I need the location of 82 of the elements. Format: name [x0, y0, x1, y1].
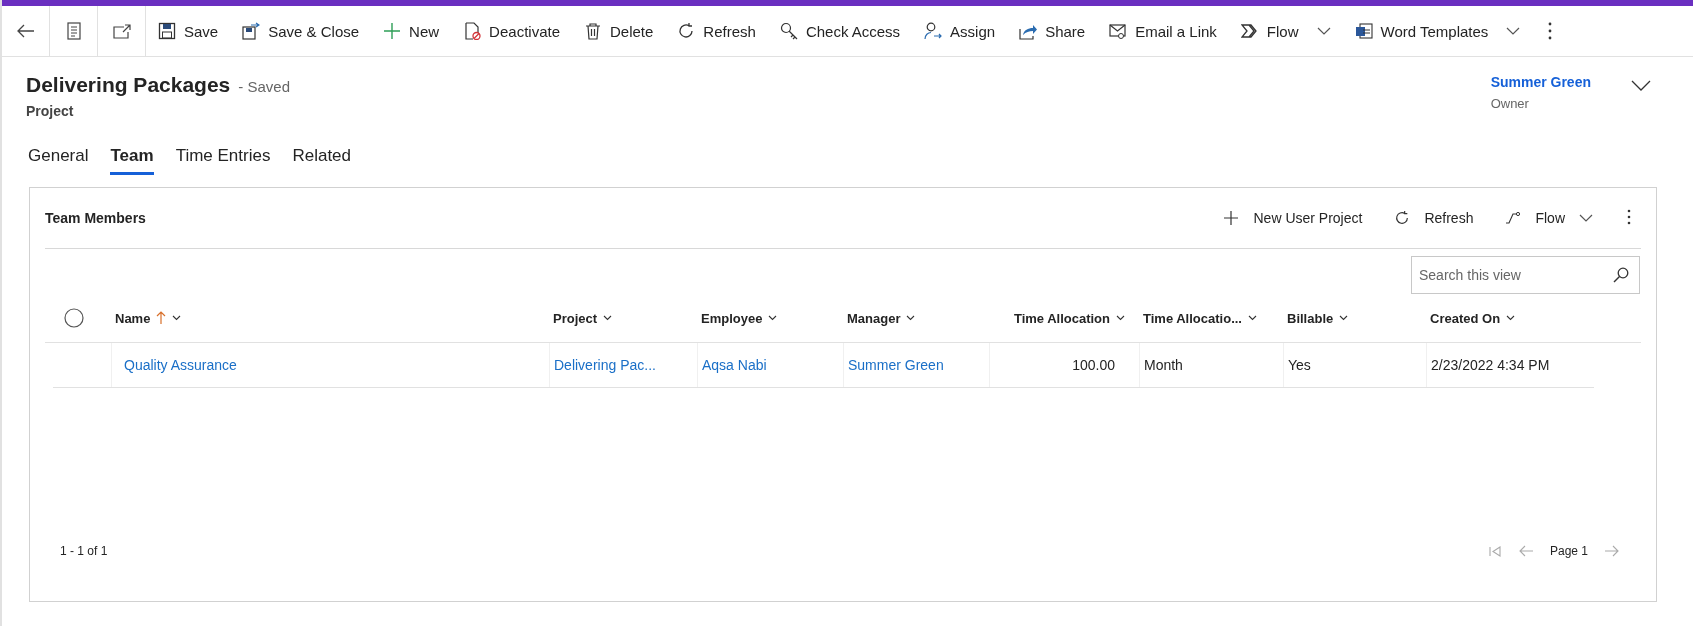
column-header[interactable]: Time Allocatio... [1131, 303, 1275, 333]
table-cell: 100.00 [1072, 357, 1115, 373]
form-tab[interactable]: Related [292, 146, 352, 175]
key-icon [779, 22, 798, 40]
deactivate-document-icon [463, 22, 482, 40]
save-close-icon [242, 22, 261, 40]
page-number: Page 1 [1549, 544, 1588, 558]
owner-label: Owner [1490, 96, 1530, 111]
chevron-down-icon [172, 315, 182, 321]
flow-icon [1505, 212, 1522, 224]
chevron-down-icon [1247, 315, 1257, 321]
right-arrow-icon [1604, 545, 1619, 557]
left-arrow-icon [1518, 545, 1534, 557]
toolbar-button[interactable]: Deactivate [451, 6, 572, 56]
more-icon [1627, 208, 1631, 225]
save-icon [158, 22, 176, 40]
entity-type: Project [26, 103, 75, 119]
word-document-icon [1354, 22, 1373, 40]
toolbar-button[interactable]: Check Access [767, 6, 913, 56]
column-header[interactable]: Manager [835, 303, 981, 333]
form-tab[interactable]: Time Entries [175, 146, 271, 175]
chevron-down-icon [1579, 214, 1593, 222]
toolbar-button[interactable]: Refresh [665, 6, 768, 56]
toolbar-button[interactable]: Save [146, 6, 231, 56]
record-link[interactable]: Delivering Pac... [554, 357, 656, 373]
next-page-button[interactable] [1602, 543, 1621, 559]
envelope-icon [1109, 22, 1128, 40]
subgrid-command-button[interactable]: Flow [1491, 204, 1607, 232]
more-icon [1548, 22, 1553, 40]
toolbar-button[interactable]: Flow [1228, 6, 1343, 56]
subgrid-title: Team Members [45, 210, 146, 226]
chevron-down-icon [1316, 27, 1331, 35]
save-status: - Saved [238, 78, 290, 95]
chevron-down-icon [768, 315, 778, 321]
search-icon[interactable] [1613, 267, 1629, 283]
record-link[interactable]: Aqsa Nabi [702, 357, 767, 373]
toolbar-button[interactable]: Word Templates [1342, 6, 1533, 56]
subgrid-command-button[interactable]: New User Project [1209, 204, 1377, 232]
table-cell: Month [1144, 357, 1183, 373]
toolbar-button[interactable]: Share [1007, 6, 1098, 56]
subgrid-command-button[interactable]: Refresh [1380, 204, 1488, 232]
record-link[interactable]: Summer Green [848, 357, 944, 373]
search-field[interactable]: Search this view [1411, 256, 1640, 294]
refresh-icon [1394, 210, 1411, 226]
column-header[interactable]: Name [103, 303, 541, 333]
column-header[interactable]: Project [541, 303, 689, 333]
toolbar-button[interactable]: Save & Close [230, 6, 372, 56]
chevron-down-icon [603, 315, 613, 321]
toolbar-button[interactable]: New [371, 6, 452, 56]
chevron-down-icon [1116, 315, 1125, 321]
first-page-button[interactable] [1486, 543, 1503, 559]
flow-icon [1240, 22, 1259, 40]
chevron-down-icon [906, 315, 916, 321]
column-header[interactable]: Employee [689, 303, 835, 333]
document-icon [66, 22, 81, 40]
plus-icon [1223, 210, 1240, 226]
chevron-down-icon [1506, 315, 1516, 321]
column-header[interactable]: Billable [1275, 303, 1418, 333]
record-count: 1 - 1 of 1 [60, 544, 108, 558]
toolbar-button[interactable]: Assign [912, 6, 1008, 56]
table-cell: 2/23/2022 4:34 PM [1431, 357, 1550, 373]
chevron-down-icon [1506, 27, 1521, 35]
chevron-down-icon [1339, 315, 1349, 321]
select-all-checkbox[interactable] [64, 308, 84, 328]
column-header[interactable]: Time Allocation [981, 303, 1131, 333]
column-header[interactable]: Created On [1418, 303, 1603, 333]
back-arrow-icon [16, 24, 35, 38]
person-arrow-icon [924, 22, 943, 40]
trash-icon [584, 22, 602, 40]
toolbar-button[interactable]: Delete [572, 6, 666, 56]
first-page-icon [1488, 545, 1501, 557]
chevron-down-icon [1631, 80, 1651, 91]
record-title: Delivering Packages [26, 73, 231, 97]
record-link[interactable]: Quality Assurance [124, 357, 237, 373]
pop-out-icon [112, 23, 131, 39]
plus-icon [383, 22, 402, 40]
toolbar-button[interactable]: Email a Link [1097, 6, 1229, 56]
form-tab[interactable]: Team [110, 146, 154, 175]
owner-link[interactable]: Summer Green [1490, 74, 1591, 90]
table-cell: Yes [1288, 357, 1311, 373]
refresh-icon [677, 22, 696, 40]
form-tab[interactable]: General [28, 146, 89, 175]
